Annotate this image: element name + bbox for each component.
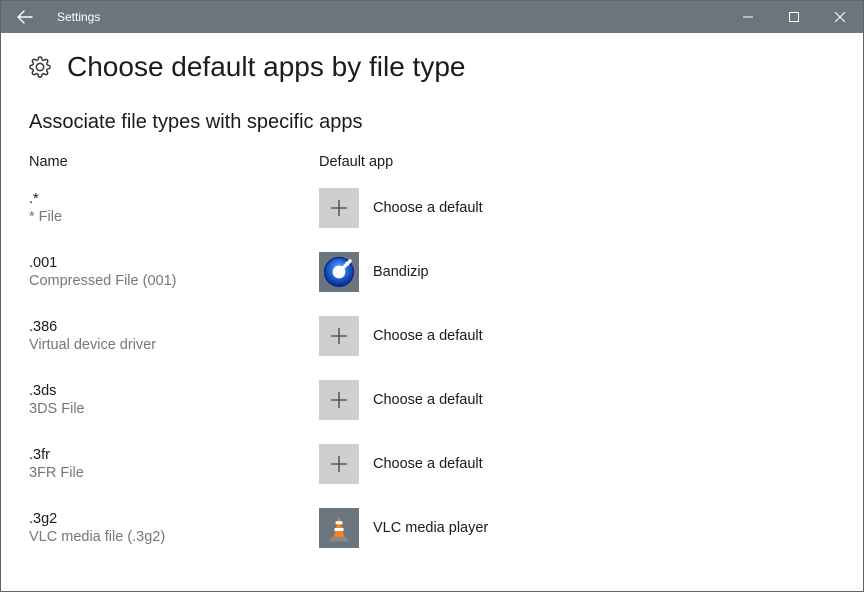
minimize-icon (743, 12, 753, 22)
default-app-label: Bandizip (373, 264, 429, 280)
default-app-button[interactable]: Choose a default (319, 316, 483, 356)
file-type-row: .3ds3DS File Choose a default (29, 380, 835, 420)
default-app-label: Choose a default (373, 328, 483, 344)
bandizip-icon (319, 252, 359, 292)
default-app-label: Choose a default (373, 200, 483, 216)
back-button[interactable] (1, 1, 49, 33)
file-description: Virtual device driver (29, 336, 319, 354)
default-app-label: Choose a default (373, 392, 483, 408)
page-title: Choose default apps by file type (67, 51, 465, 83)
file-description: Compressed File (001) (29, 272, 319, 290)
file-type-row: .** File Choose a default (29, 188, 835, 228)
arrow-left-icon (17, 9, 33, 25)
window-title: Settings (49, 10, 725, 24)
titlebar: Settings (1, 1, 863, 33)
file-description: 3FR File (29, 464, 319, 482)
file-type-info: .3g2VLC media file (.3g2) (29, 508, 319, 546)
file-extension: .001 (29, 254, 319, 272)
file-type-info: .386Virtual device driver (29, 316, 319, 354)
plus-icon (319, 444, 359, 484)
column-header-name: Name (29, 154, 319, 170)
file-type-row: .3fr3FR File Choose a default (29, 444, 835, 484)
column-header-default-app: Default app (319, 154, 393, 170)
default-app-button[interactable]: VLC media player (319, 508, 488, 548)
default-app-label: VLC media player (373, 520, 488, 536)
default-app-button[interactable]: Choose a default (319, 188, 483, 228)
maximize-icon (789, 12, 799, 22)
close-button[interactable] (817, 1, 863, 33)
section-heading: Associate file types with specific apps (29, 111, 835, 134)
default-app-label: Choose a default (373, 456, 483, 472)
plus-icon (319, 380, 359, 420)
minimize-button[interactable] (725, 1, 771, 33)
file-extension: .* (29, 190, 319, 208)
file-type-info: .001Compressed File (001) (29, 252, 319, 290)
file-type-info: .3ds3DS File (29, 380, 319, 418)
default-app-button[interactable]: Choose a default (319, 380, 483, 420)
gear-icon (29, 56, 51, 78)
window-controls (725, 1, 863, 33)
content-area: Choose default apps by file type Associa… (1, 33, 863, 548)
close-icon (835, 12, 845, 22)
file-type-info: .** File (29, 188, 319, 226)
default-app-button[interactable]: Choose a default (319, 444, 483, 484)
file-type-info: .3fr3FR File (29, 444, 319, 482)
plus-icon (319, 188, 359, 228)
file-description: 3DS File (29, 400, 319, 418)
file-extension: .386 (29, 318, 319, 336)
maximize-button[interactable] (771, 1, 817, 33)
file-type-list: .** File Choose a default .001Compressed F… (29, 188, 835, 548)
file-type-row: .386Virtual device driver Choose a defaul… (29, 316, 835, 356)
file-type-row: .3g2VLC media file (.3g2) VLC media playe… (29, 508, 835, 548)
file-description: * File (29, 208, 319, 226)
file-extension: .3ds (29, 382, 319, 400)
file-description: VLC media file (.3g2) (29, 528, 319, 546)
page-header: Choose default apps by file type (29, 51, 835, 83)
columns-header: Name Default app (29, 154, 835, 170)
default-app-button[interactable]: Bandizip (319, 252, 429, 292)
vlc-icon (319, 508, 359, 548)
plus-icon (319, 316, 359, 356)
file-type-row: .001Compressed File (001) Bandizip (29, 252, 835, 292)
file-extension: .3g2 (29, 510, 319, 528)
file-extension: .3fr (29, 446, 319, 464)
